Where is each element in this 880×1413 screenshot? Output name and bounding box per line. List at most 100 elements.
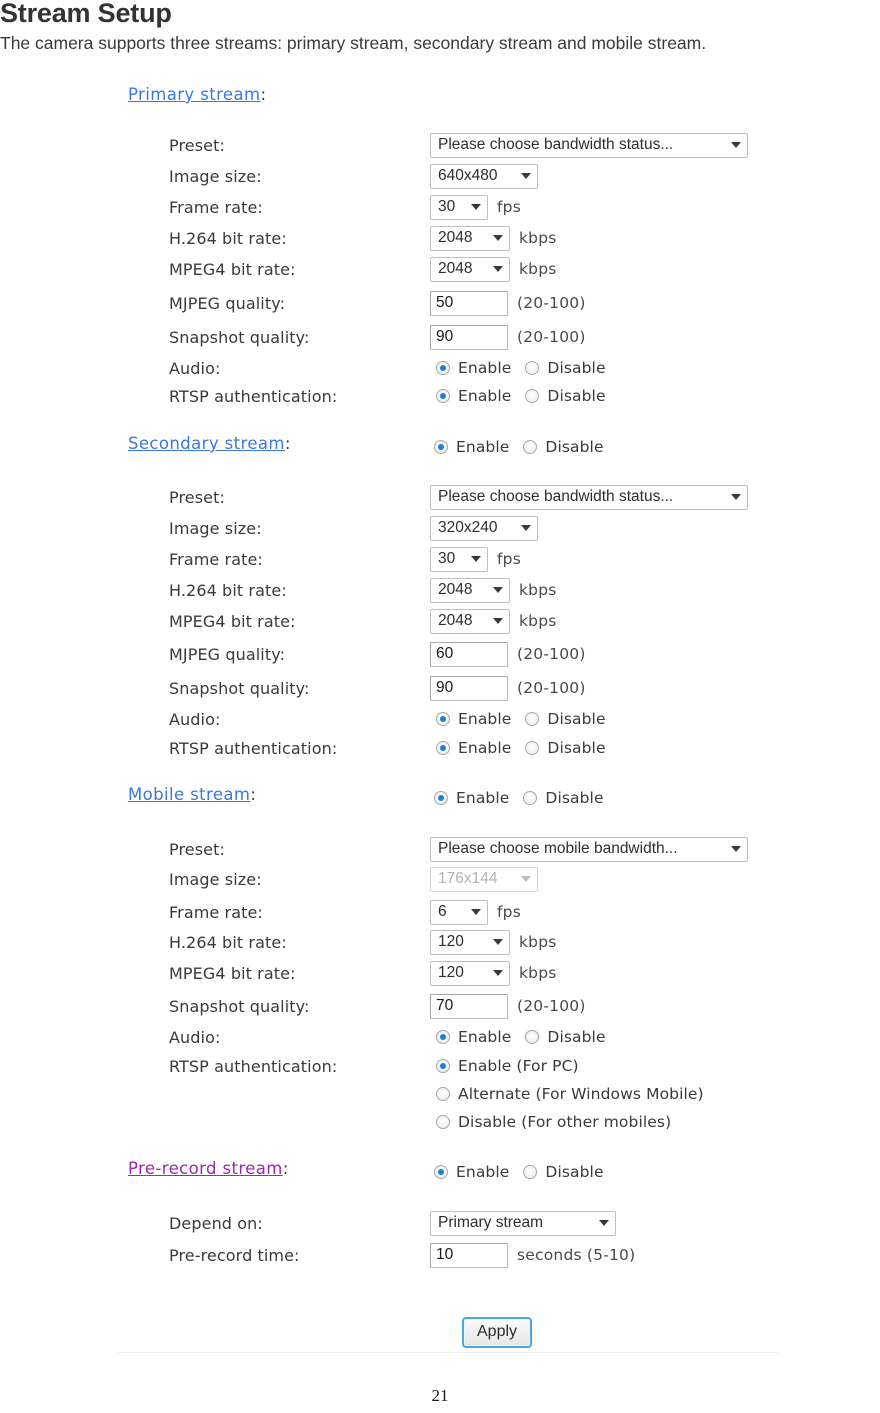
- secondary-image-size-select[interactable]: 320x240: [430, 515, 538, 541]
- radio-unselected-icon: [436, 1087, 450, 1101]
- hint-seconds-range: seconds (5-10): [517, 1246, 636, 1264]
- label-prerecord-time: Pre-record time:: [169, 1245, 300, 1265]
- control-primary-h264: 2048 kbps: [430, 225, 557, 251]
- primary-mjpeg-quality-input[interactable]: 50: [430, 290, 508, 316]
- label-h264-bit-rate: H.264 bit rate:: [169, 932, 287, 952]
- primary-audio-disable-label: Disable: [547, 359, 606, 377]
- secondary-h264-bit-rate-select[interactable]: 2048: [430, 577, 510, 603]
- section-heading-secondary-stream: Secondary stream:: [128, 434, 290, 453]
- mobile-frame-rate-value: 6: [438, 903, 447, 921]
- control-prerecord-stream-toggle: Enable Disable: [434, 1159, 604, 1185]
- unit-kbps: kbps: [519, 260, 557, 278]
- control-mobile-frame-rate: 6 fps: [430, 899, 521, 925]
- secondary-preset-select[interactable]: Please choose bandwidth status...: [430, 484, 748, 510]
- label-h264-bit-rate: H.264 bit rate:: [169, 580, 287, 600]
- control-secondary-audio: Enable Disable: [436, 706, 606, 732]
- primary-audio-disable-radio[interactable]: Disable: [525, 359, 606, 377]
- primary-preset-select[interactable]: Please choose bandwidth status...: [430, 132, 748, 158]
- mobile-preset-select[interactable]: Please choose mobile bandwidth...: [430, 836, 748, 862]
- primary-frame-rate-value: 30: [438, 198, 456, 216]
- chevron-down-icon: [471, 204, 481, 210]
- primary-rtsp-enable-radio[interactable]: Enable: [436, 387, 511, 405]
- control-depend-on: Primary stream: [430, 1210, 616, 1236]
- mobile-h264-bit-rate-select[interactable]: 120: [430, 929, 510, 955]
- control-primary-frame-rate: 30 fps: [430, 194, 521, 220]
- mobile-rtsp-disable-radio[interactable]: Disable (For other mobiles): [436, 1113, 671, 1131]
- mobile-audio-disable-radio[interactable]: Disable: [525, 1028, 606, 1046]
- row-label-primary-mpeg4: MPEG4 bit rate:: [169, 256, 296, 282]
- secondary-mpeg4-bit-rate-select[interactable]: 2048: [430, 608, 510, 634]
- row-label-primary-image-size: Image size:: [169, 163, 262, 189]
- unit-fps: fps: [497, 550, 521, 568]
- depend-on-select[interactable]: Primary stream: [430, 1210, 616, 1236]
- mobile-rtsp-alternate-radio[interactable]: Alternate (For Windows Mobile): [436, 1085, 704, 1103]
- section-heading-mobile-stream: Mobile stream:: [128, 785, 256, 804]
- row-label-secondary-image-size: Image size:: [169, 515, 262, 541]
- prerecord-stream-link[interactable]: Pre-record stream: [128, 1159, 283, 1178]
- primary-mpeg4-bit-rate-value: 2048: [438, 260, 473, 278]
- secondary-image-size-value: 320x240: [438, 519, 498, 537]
- mobile-h264-bit-rate-value: 120: [438, 933, 464, 951]
- chevron-down-icon: [731, 846, 741, 852]
- mobile-stream-disable-radio[interactable]: Disable: [523, 789, 604, 807]
- apply-button[interactable]: Apply: [462, 1317, 533, 1348]
- primary-audio-enable-radio[interactable]: Enable: [436, 359, 511, 377]
- primary-mpeg4-bit-rate-select[interactable]: 2048: [430, 256, 510, 282]
- secondary-stream-disable-radio[interactable]: Disable: [523, 438, 604, 456]
- secondary-audio-enable-radio[interactable]: Enable: [436, 710, 511, 728]
- control-primary-preset: Please choose bandwidth status...: [430, 132, 748, 158]
- secondary-audio-disable-radio[interactable]: Disable: [525, 710, 606, 728]
- control-secondary-image-size: 320x240: [430, 515, 538, 541]
- mobile-stream-enable-label: Enable: [456, 789, 510, 807]
- control-secondary-stream-toggle: Enable Disable: [434, 434, 604, 460]
- secondary-mjpeg-quality-input[interactable]: 60: [430, 641, 508, 667]
- secondary-rtsp-enable-radio[interactable]: Enable: [436, 739, 511, 757]
- chevron-down-icon: [521, 876, 531, 882]
- row-label-mobile-preset: Preset:: [169, 836, 225, 862]
- primary-rtsp-disable-radio[interactable]: Disable: [525, 387, 606, 405]
- prerecord-stream-enable-radio[interactable]: Enable: [434, 1163, 509, 1181]
- radio-selected-icon: [434, 791, 448, 805]
- hint-range-20-100: (20-100): [517, 997, 586, 1015]
- secondary-snapshot-quality-input[interactable]: 90: [430, 675, 508, 701]
- primary-frame-rate-select[interactable]: 30: [430, 194, 488, 220]
- label-depend-on: Depend on:: [169, 1213, 263, 1233]
- mobile-snapshot-quality-input[interactable]: 70: [430, 993, 508, 1019]
- secondary-frame-rate-select[interactable]: 30: [430, 546, 488, 572]
- hint-range-20-100: (20-100): [517, 328, 586, 346]
- control-secondary-mjpeg-quality: 60 (20-100): [430, 641, 586, 667]
- mobile-rtsp-enable-for-pc-radio[interactable]: Enable (For PC): [436, 1057, 579, 1075]
- primary-h264-bit-rate-select[interactable]: 2048: [430, 225, 510, 251]
- secondary-h264-bit-rate-value: 2048: [438, 581, 473, 599]
- secondary-rtsp-disable-radio[interactable]: Disable: [525, 739, 606, 757]
- primary-preset-value: Please choose bandwidth status...: [438, 136, 674, 154]
- secondary-stream-link[interactable]: Secondary stream: [128, 434, 285, 453]
- row-label-mobile-h264: H.264 bit rate:: [169, 929, 287, 955]
- mobile-mpeg4-bit-rate-select[interactable]: 120: [430, 960, 510, 986]
- primary-snapshot-quality-input[interactable]: 90: [430, 324, 508, 350]
- secondary-audio-enable-label: Enable: [458, 710, 512, 728]
- label-mpeg4-bit-rate: MPEG4 bit rate:: [169, 611, 296, 631]
- primary-stream-link[interactable]: Primary stream: [128, 85, 260, 104]
- primary-rtsp-disable-label: Disable: [547, 387, 606, 405]
- label-rtsp-authentication: RTSP authentication:: [169, 738, 338, 758]
- row-label-primary-h264: H.264 bit rate:: [169, 225, 287, 251]
- unit-kbps: kbps: [519, 581, 557, 599]
- secondary-audio-radio-group: Enable Disable: [436, 710, 606, 728]
- mobile-stream-enable-radio[interactable]: Enable: [434, 789, 509, 807]
- mobile-stream-colon: :: [250, 785, 256, 804]
- label-frame-rate: Frame rate:: [169, 902, 263, 922]
- prerecord-time-input[interactable]: 10: [430, 1242, 508, 1268]
- label-preset: Preset:: [169, 487, 225, 507]
- mobile-frame-rate-select[interactable]: 6: [430, 899, 488, 925]
- mobile-audio-enable-radio[interactable]: Enable: [436, 1028, 511, 1046]
- primary-image-size-select[interactable]: 640x480: [430, 163, 538, 189]
- secondary-preset-value: Please choose bandwidth status...: [438, 488, 674, 506]
- mobile-stream-link[interactable]: Mobile stream: [128, 785, 250, 804]
- prerecord-stream-disable-radio[interactable]: Disable: [523, 1163, 604, 1181]
- chevron-down-icon: [521, 173, 531, 179]
- secondary-stream-enable-radio[interactable]: Enable: [434, 438, 509, 456]
- control-mobile-rtsp-disable: Disable (For other mobiles): [436, 1109, 671, 1135]
- label-image-size: Image size:: [169, 518, 262, 538]
- row-label-primary-audio: Audio:: [169, 355, 220, 381]
